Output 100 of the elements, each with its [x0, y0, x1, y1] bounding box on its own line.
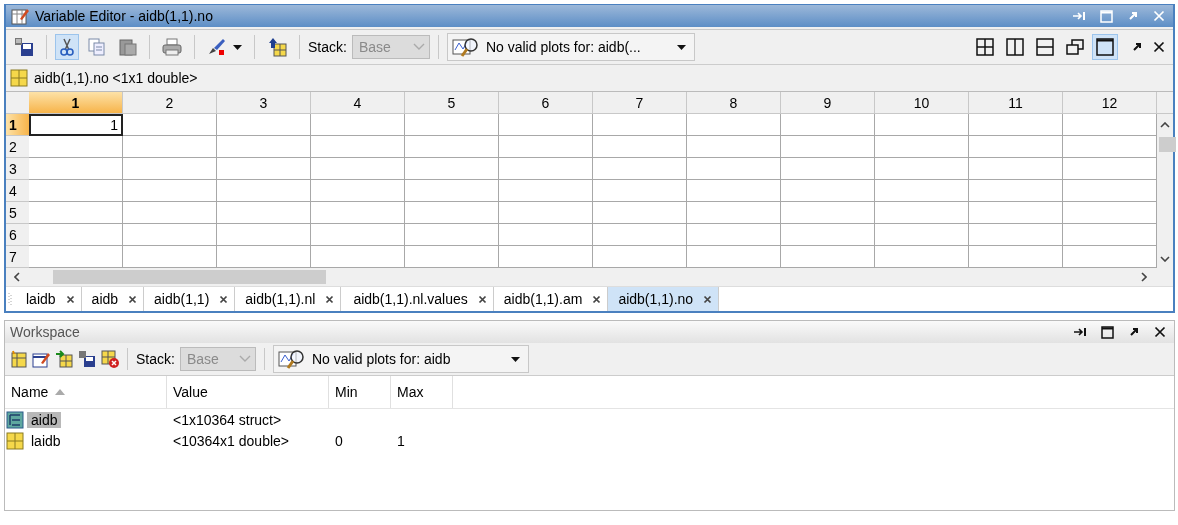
- table-cell[interactable]: [687, 136, 781, 158]
- column-header[interactable]: 2: [123, 92, 217, 114]
- copy-icon[interactable]: [88, 38, 106, 56]
- close-icon[interactable]: [592, 294, 602, 304]
- maximize-icon[interactable]: [1101, 325, 1114, 339]
- table-cell[interactable]: [123, 224, 217, 246]
- column-header[interactable]: 8: [687, 92, 781, 114]
- table-cell[interactable]: [311, 114, 405, 136]
- column-header[interactable]: Value: [167, 376, 329, 408]
- table-cell[interactable]: [875, 136, 969, 158]
- column-header[interactable]: 1: [29, 92, 123, 114]
- table-cell[interactable]: [593, 158, 687, 180]
- table-cell[interactable]: [781, 224, 875, 246]
- table-cell[interactable]: [123, 202, 217, 224]
- table-cell[interactable]: [217, 158, 311, 180]
- table-cell[interactable]: [405, 224, 499, 246]
- variable-name[interactable]: aidb: [27, 411, 62, 428]
- table-cell[interactable]: [875, 202, 969, 224]
- table-cell[interactable]: [217, 114, 311, 136]
- table-cell[interactable]: [687, 158, 781, 180]
- open-variable-icon[interactable]: [32, 350, 50, 368]
- tab[interactable]: aidb(1,1).no: [608, 287, 720, 311]
- column-header[interactable]: 4: [311, 92, 405, 114]
- table-cell[interactable]: [405, 202, 499, 224]
- column-header[interactable]: 12: [1063, 92, 1157, 114]
- table-cell[interactable]: [311, 224, 405, 246]
- scroll-thumb[interactable]: [1159, 137, 1176, 152]
- column-header[interactable]: 5: [405, 92, 499, 114]
- table-cell[interactable]: [875, 158, 969, 180]
- close-icon[interactable]: [65, 294, 75, 304]
- table-cell[interactable]: [405, 136, 499, 158]
- close-icon[interactable]: [1153, 41, 1165, 53]
- plots-dropdown[interactable]: No valid plots for: aidb(...: [446, 33, 695, 61]
- table-cell[interactable]: [593, 114, 687, 136]
- column-header[interactable]: 3: [217, 92, 311, 114]
- table-cell[interactable]: [687, 180, 781, 202]
- table-cell[interactable]: [405, 180, 499, 202]
- table-cell[interactable]: [593, 224, 687, 246]
- table-cell[interactable]: [499, 224, 593, 246]
- column-header[interactable]: 6: [499, 92, 593, 114]
- table-cell[interactable]: [969, 224, 1063, 246]
- close-icon[interactable]: [219, 294, 229, 304]
- table-cell[interactable]: [217, 224, 311, 246]
- close-icon[interactable]: [325, 294, 335, 304]
- column-header[interactable]: Max: [391, 376, 453, 408]
- scroll-up-icon[interactable]: [1160, 122, 1170, 128]
- column-header[interactable]: Min: [329, 376, 391, 408]
- new-variable-icon[interactable]: [9, 350, 27, 368]
- row-header[interactable]: 5: [6, 202, 29, 224]
- variable-name[interactable]: laidb: [27, 432, 65, 449]
- scroll-left-icon[interactable]: [14, 272, 20, 282]
- table-cell[interactable]: [29, 180, 123, 202]
- table-cell[interactable]: [217, 180, 311, 202]
- table-cell[interactable]: [687, 114, 781, 136]
- scroll-down-icon[interactable]: [1160, 256, 1170, 262]
- dock-icon[interactable]: [1073, 326, 1087, 338]
- table-cell[interactable]: [781, 202, 875, 224]
- insert-variable-icon[interactable]: [267, 37, 287, 57]
- row-header[interactable]: 1: [6, 114, 29, 136]
- table-cell[interactable]: [687, 224, 781, 246]
- undock-icon[interactable]: [1128, 326, 1140, 338]
- table-cell[interactable]: [875, 224, 969, 246]
- undock-icon[interactable]: [1131, 41, 1143, 53]
- column-header[interactable]: 10: [875, 92, 969, 114]
- row-header[interactable]: 6: [6, 224, 29, 246]
- vertical-scrollbar[interactable]: [1157, 114, 1173, 268]
- table-cell[interactable]: [29, 224, 123, 246]
- table-cell[interactable]: [311, 180, 405, 202]
- scroll-right-icon[interactable]: [1141, 272, 1147, 282]
- table-cell[interactable]: [217, 136, 311, 158]
- column-header[interactable]: 11: [969, 92, 1063, 114]
- selected-cell[interactable]: 1: [29, 114, 123, 136]
- table-cell[interactable]: [123, 158, 217, 180]
- table-cell[interactable]: [499, 136, 593, 158]
- row-header[interactable]: 4: [6, 180, 29, 202]
- save-icon[interactable]: [78, 350, 96, 368]
- table-cell[interactable]: [969, 158, 1063, 180]
- table-cell[interactable]: [311, 158, 405, 180]
- table-cell[interactable]: [29, 158, 123, 180]
- table-cell[interactable]: [499, 114, 593, 136]
- table-cell[interactable]: [593, 202, 687, 224]
- table-cell[interactable]: [969, 114, 1063, 136]
- sort-ascending-icon[interactable]: [55, 389, 66, 395]
- table-cell[interactable]: [29, 136, 123, 158]
- close-icon[interactable]: [703, 294, 713, 304]
- table-cell[interactable]: [875, 180, 969, 202]
- table-cell[interactable]: [123, 180, 217, 202]
- import-data-icon[interactable]: [14, 37, 34, 57]
- table-cell[interactable]: [123, 136, 217, 158]
- table-cell[interactable]: [217, 202, 311, 224]
- paste-icon[interactable]: [119, 38, 137, 56]
- table-cell[interactable]: [969, 202, 1063, 224]
- table-cell[interactable]: [311, 136, 405, 158]
- layout-button[interactable]: [1092, 34, 1118, 60]
- table-cell[interactable]: [781, 158, 875, 180]
- column-header[interactable]: Name: [5, 376, 167, 408]
- table-cell[interactable]: [499, 180, 593, 202]
- table-cell[interactable]: [405, 114, 499, 136]
- import-icon[interactable]: [55, 350, 73, 368]
- close-icon[interactable]: [1154, 326, 1166, 338]
